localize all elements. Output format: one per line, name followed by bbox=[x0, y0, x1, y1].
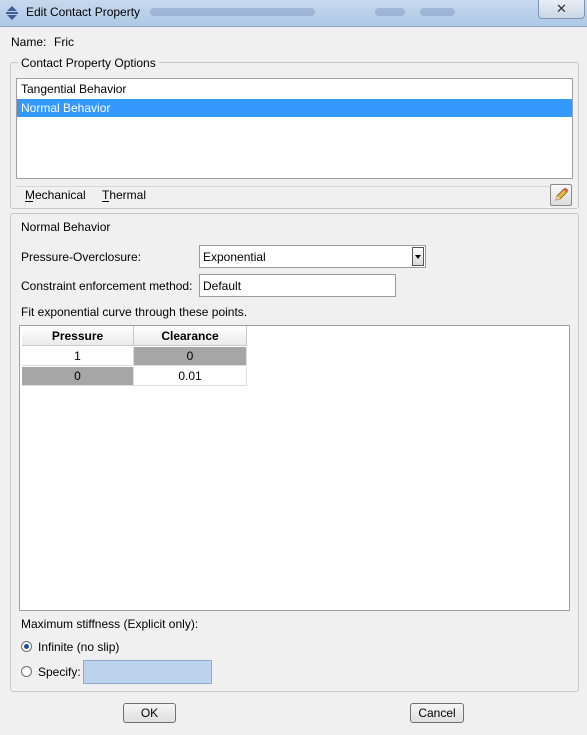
options-listbox[interactable]: Tangential Behavior Normal Behavior bbox=[16, 78, 573, 179]
table-cell[interactable]: 1 bbox=[22, 347, 134, 366]
dropdown-value: Exponential bbox=[203, 250, 266, 264]
title-bar-blur bbox=[375, 8, 405, 16]
name-label: Name: bbox=[11, 35, 47, 49]
table-cell[interactable]: 0.01 bbox=[134, 367, 247, 386]
pencil-icon bbox=[555, 187, 569, 201]
mnemonic-underline bbox=[102, 201, 109, 202]
mnemonic-underline bbox=[25, 201, 33, 202]
close-button[interactable]: ✕ bbox=[538, 0, 585, 19]
column-header-pressure[interactable]: Pressure bbox=[22, 326, 134, 346]
points-table[interactable]: Pressure Clearance 1 0 0 0.01 bbox=[19, 325, 570, 611]
cancel-button[interactable]: Cancel bbox=[410, 703, 464, 723]
menu-mechanical[interactable]: Mechanical bbox=[25, 188, 86, 202]
specify-stiffness-input[interactable] bbox=[83, 660, 212, 684]
menu-mechanical-label: Mechanical bbox=[25, 188, 86, 202]
list-item-normal-behavior[interactable]: Normal Behavior bbox=[17, 99, 572, 117]
title-bar-blur bbox=[420, 8, 455, 16]
edit-tool-button[interactable] bbox=[550, 184, 572, 206]
pressure-overclosure-dropdown[interactable]: Exponential bbox=[199, 245, 426, 268]
menu-thermal-label: Thermal bbox=[102, 188, 147, 202]
specify-radio[interactable] bbox=[21, 666, 32, 677]
name-value: Fric bbox=[54, 35, 74, 49]
app-icon bbox=[6, 6, 18, 20]
list-item-label: Tangential Behavior bbox=[21, 82, 127, 96]
max-stiffness-label: Maximum stiffness (Explicit only): bbox=[21, 617, 199, 631]
normal-group-title: Normal Behavior bbox=[18, 220, 114, 234]
menu-thermal[interactable]: Thermal bbox=[102, 188, 146, 202]
chevron-down-icon[interactable] bbox=[412, 247, 424, 266]
pressure-overclosure-label: Pressure-Overclosure: bbox=[21, 250, 142, 264]
options-group-title: Contact Property Options bbox=[18, 56, 159, 70]
infinite-radio-label[interactable]: Infinite (no slip) bbox=[38, 640, 119, 654]
list-item-label: Normal Behavior bbox=[21, 101, 111, 115]
fit-curve-text: Fit exponential curve through these poin… bbox=[21, 305, 248, 319]
table-cell[interactable]: 0 bbox=[134, 347, 247, 366]
constraint-method-label: Constraint enforcement method: bbox=[21, 279, 193, 293]
window-title: Edit Contact Property bbox=[26, 5, 141, 19]
constraint-method-value: Default bbox=[203, 279, 242, 293]
column-header-clearance[interactable]: Clearance bbox=[134, 326, 247, 346]
ok-button[interactable]: OK bbox=[123, 703, 176, 723]
infinite-radio[interactable] bbox=[21, 641, 32, 652]
menu-bar bbox=[16, 186, 571, 207]
specify-radio-label[interactable]: Specify: bbox=[38, 665, 81, 679]
title-bar-blur bbox=[150, 8, 315, 16]
list-item-tangential-behavior[interactable]: Tangential Behavior bbox=[17, 80, 572, 98]
table-cell[interactable]: 0 bbox=[22, 367, 134, 386]
constraint-method-field[interactable]: Default bbox=[199, 274, 396, 297]
